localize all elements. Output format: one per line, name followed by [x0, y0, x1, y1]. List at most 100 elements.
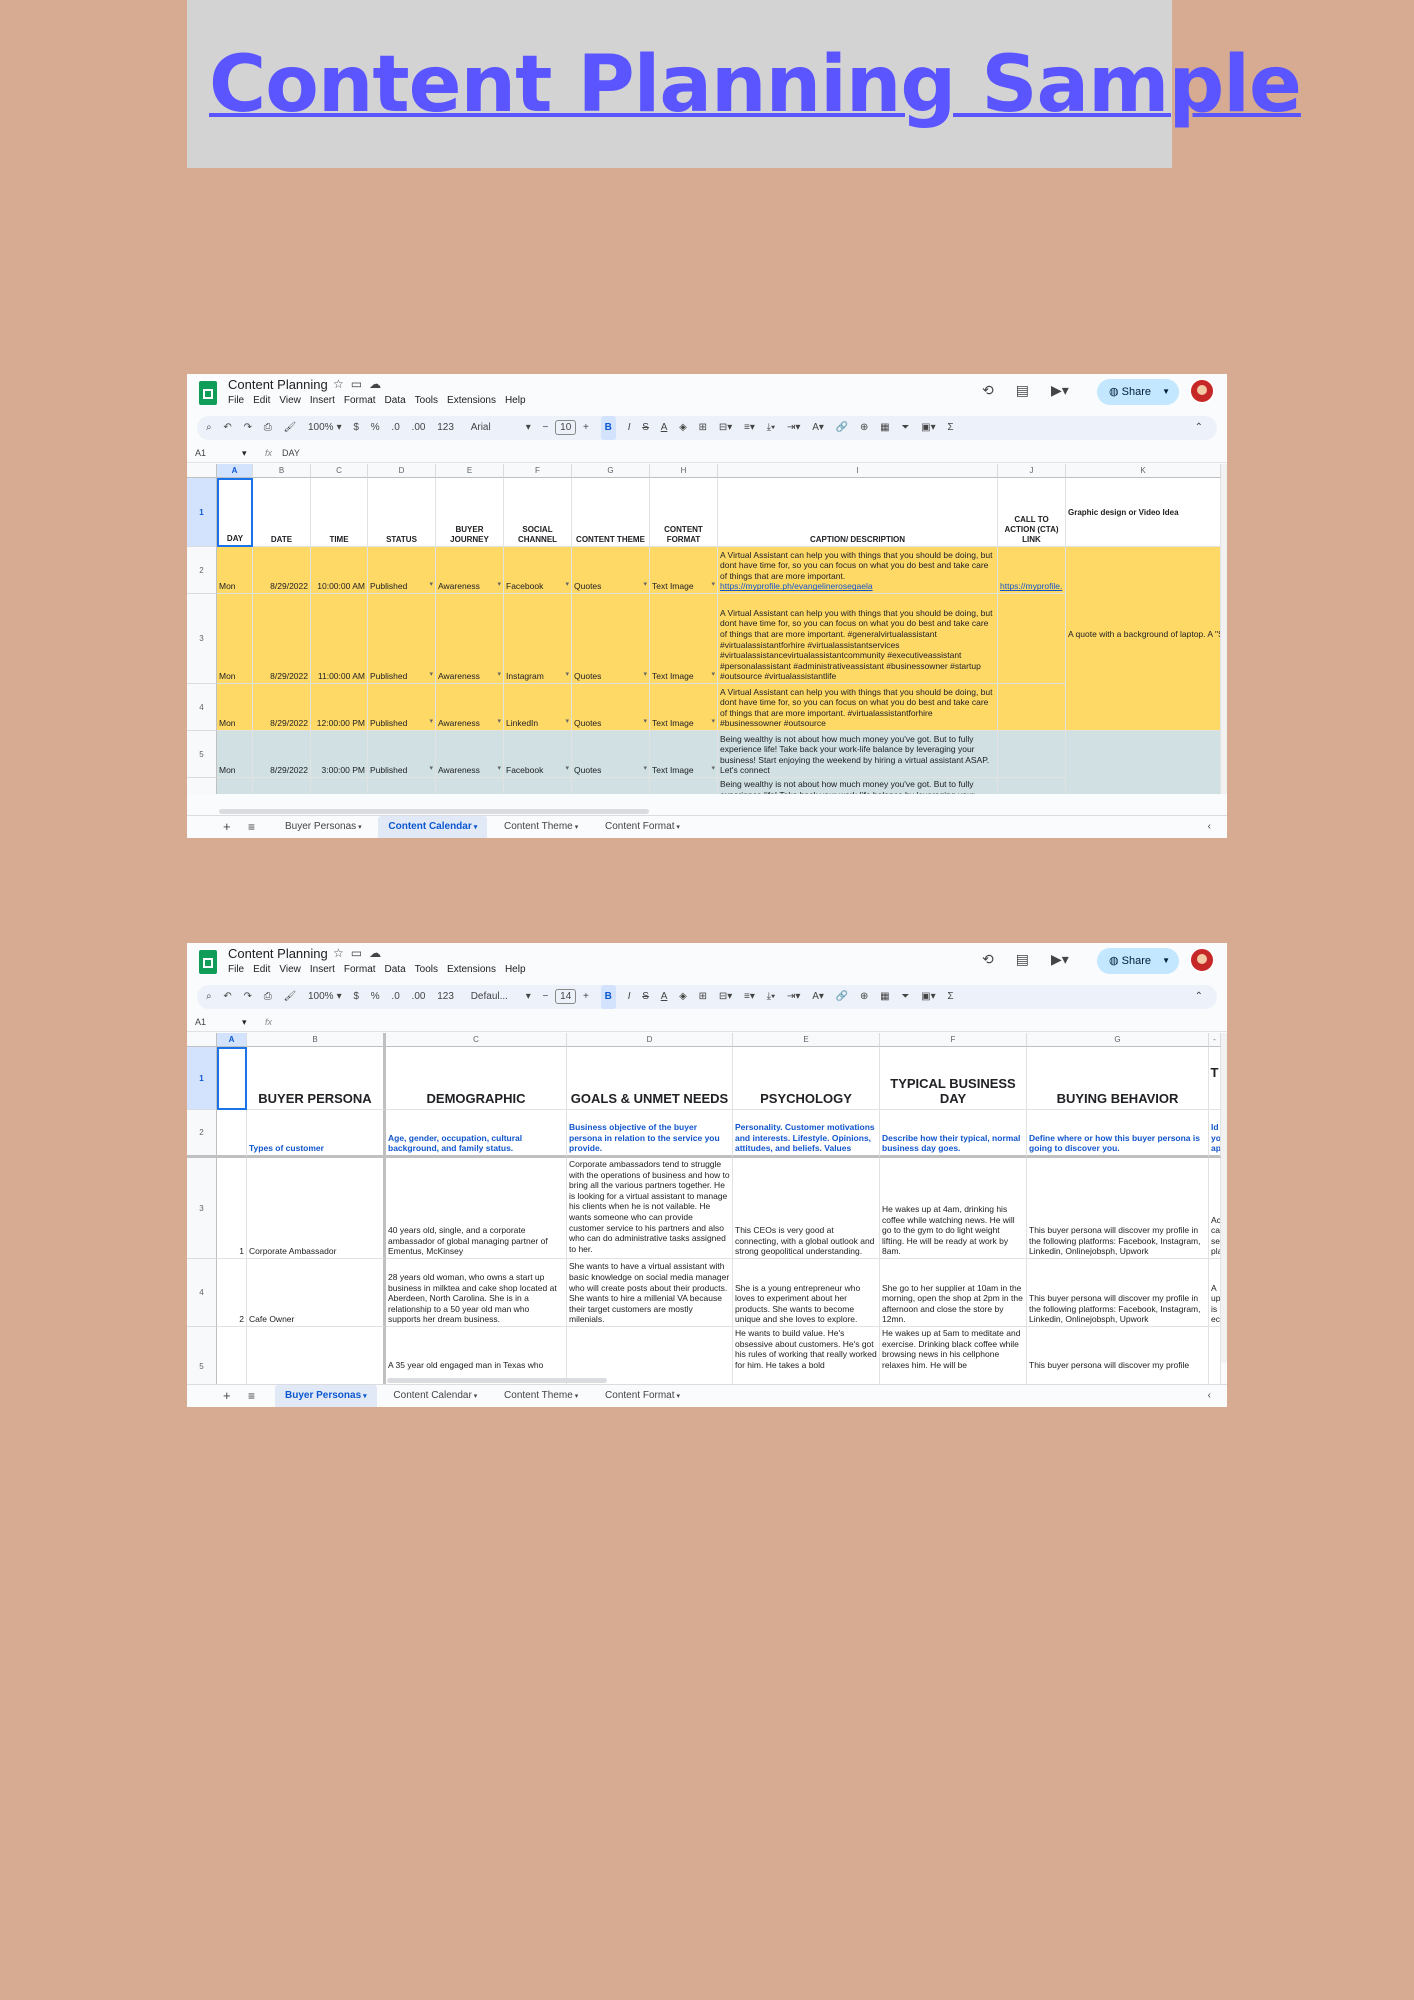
- menu-help[interactable]: Help: [505, 395, 526, 406]
- paint-format-icon[interactable]: 🖌: [284, 985, 297, 1009]
- menu-file[interactable]: File: [228, 395, 244, 406]
- vertical-align-icon[interactable]: ⤓▾: [767, 416, 776, 440]
- channel-dropdown[interactable]: [504, 778, 572, 794]
- subheader-buying[interactable]: Define where or how this buyer persona i…: [1027, 1110, 1209, 1158]
- tab-content-calendar[interactable]: Content Calendar: [378, 816, 488, 838]
- cloud-status-icon[interactable]: ☁: [369, 946, 388, 960]
- column-header-d[interactable]: D: [567, 1033, 733, 1047]
- percent-format-button[interactable]: %: [371, 416, 380, 440]
- persona-extra[interactable]: Ac ca se pla: [1209, 1158, 1221, 1259]
- status-dropdown[interactable]: Published: [368, 684, 436, 731]
- menu-extensions[interactable]: Extensions: [447, 964, 496, 975]
- menu-view[interactable]: View: [279, 395, 301, 406]
- subheader-types[interactable]: Types of customer: [247, 1110, 386, 1158]
- header-social-channel[interactable]: SOCIAL CHANNEL: [504, 478, 572, 547]
- star-icon[interactable]: ☆: [333, 946, 351, 960]
- cell-time[interactable]: 10:00:00 AM: [311, 547, 368, 594]
- text-rotation-icon[interactable]: A▾: [812, 985, 824, 1009]
- filter-views-icon[interactable]: ▣▾: [921, 416, 935, 440]
- text-wrap-icon[interactable]: ⇥▾: [787, 985, 800, 1009]
- increase-decimal-button[interactable]: .00: [412, 985, 426, 1009]
- journey-dropdown[interactable]: Awareness: [436, 731, 504, 778]
- insert-chart-icon[interactable]: ▦: [880, 985, 889, 1009]
- horizontal-align-icon[interactable]: ≡▾: [744, 416, 755, 440]
- format-dropdown[interactable]: [650, 778, 718, 794]
- cell-cta[interactable]: https://myprofile.: [998, 547, 1066, 594]
- share-dropdown-icon[interactable]: ▼: [1162, 379, 1170, 405]
- row-header-4[interactable]: 4: [187, 1259, 217, 1327]
- comments-icon[interactable]: ▤: [1016, 382, 1029, 398]
- font-size-decrease-icon[interactable]: −: [543, 985, 549, 1009]
- cell-a2[interactable]: [217, 1110, 247, 1158]
- tab-buyer-personas[interactable]: Buyer Personas: [275, 1385, 377, 1407]
- font-size-increase-icon[interactable]: +: [583, 416, 589, 440]
- column-header-d[interactable]: D: [368, 464, 436, 478]
- fill-color-icon[interactable]: ◈: [679, 416, 687, 440]
- column-header-f[interactable]: F: [880, 1033, 1027, 1047]
- move-folder-icon[interactable]: ▭: [351, 946, 369, 960]
- cell-idea[interactable]: [1066, 547, 1221, 594]
- header-content-theme[interactable]: CONTENT THEME: [572, 478, 650, 547]
- cell-a1[interactable]: [217, 1047, 247, 1110]
- journey-dropdown[interactable]: Awareness: [436, 594, 504, 684]
- increase-decimal-button[interactable]: .00: [412, 416, 426, 440]
- vertical-scrollbar[interactable]: [1221, 464, 1227, 794]
- column-header-e[interactable]: E: [733, 1033, 880, 1047]
- persona-buying-behavior[interactable]: This buyer persona will discover my prof…: [1027, 1259, 1209, 1327]
- cell-time[interactable]: 11:00:00 AM: [311, 594, 368, 684]
- horizontal-scrollbar[interactable]: [387, 1378, 607, 1383]
- column-header-c[interactable]: C: [311, 464, 368, 478]
- horizontal-align-icon[interactable]: ≡▾: [744, 985, 755, 1009]
- decrease-decimal-button[interactable]: .0: [391, 985, 399, 1009]
- header-cta-link[interactable]: CALL TO ACTION (CTA) LINK: [998, 478, 1066, 547]
- persona-buying-behavior[interactable]: This buyer persona will discover my prof…: [1027, 1327, 1209, 1385]
- column-header-h[interactable]: -: [1209, 1033, 1221, 1047]
- column-header-h[interactable]: H: [650, 464, 718, 478]
- text-rotation-icon[interactable]: A▾: [812, 416, 824, 440]
- persona-typical-day[interactable]: He wakes up at 4am, drinking his coffee …: [880, 1158, 1027, 1259]
- zoom-select[interactable]: 100%: [308, 985, 334, 1009]
- subheader-next[interactable]: Id yo ap: [1209, 1110, 1221, 1158]
- format-dropdown[interactable]: Text Image: [650, 594, 718, 684]
- select-all-corner[interactable]: [187, 464, 217, 478]
- header-time[interactable]: TIME: [311, 478, 368, 547]
- strikethrough-icon[interactable]: S: [642, 416, 649, 440]
- persona-psychology[interactable]: She is a young entrepreneur who loves to…: [733, 1259, 880, 1327]
- tab-buyer-personas[interactable]: Buyer Personas: [275, 816, 372, 838]
- functions-icon[interactable]: Σ: [947, 985, 953, 1009]
- all-sheets-icon[interactable]: ≡: [248, 1385, 255, 1407]
- tab-content-calendar[interactable]: Content Calendar: [383, 1385, 487, 1407]
- cell-idea[interactable]: [1066, 684, 1221, 731]
- tab-content-format[interactable]: Content Format: [595, 816, 690, 838]
- menu-help[interactable]: Help: [505, 964, 526, 975]
- redo-icon[interactable]: ↷: [244, 985, 252, 1009]
- persona-goals[interactable]: [567, 1327, 733, 1385]
- persona-name[interactable]: Corporate Ambassador: [247, 1158, 386, 1259]
- fill-color-icon[interactable]: ◈: [679, 985, 687, 1009]
- persona-number[interactable]: 1: [217, 1158, 247, 1259]
- tab-content-theme[interactable]: Content Theme: [494, 1385, 588, 1407]
- banner-title[interactable]: Content Planning Sample: [209, 40, 1302, 130]
- row-header-5[interactable]: 5: [187, 1327, 217, 1385]
- chevron-down-icon[interactable]: ▾: [526, 985, 531, 1009]
- persona-psychology[interactable]: He wants to build value. He's obsessive …: [733, 1327, 880, 1385]
- star-icon[interactable]: ☆: [333, 377, 351, 391]
- column-header-k[interactable]: K: [1066, 464, 1221, 478]
- subheader-typical-day[interactable]: Describe how their typical, normal busin…: [880, 1110, 1027, 1158]
- filter-icon[interactable]: ⏷: [901, 985, 909, 1009]
- column-header-g[interactable]: G: [1027, 1033, 1209, 1047]
- cell-date[interactable]: 8/29/2022: [253, 547, 311, 594]
- move-folder-icon[interactable]: ▭: [351, 377, 369, 391]
- share-dropdown-icon[interactable]: ▼: [1162, 948, 1170, 974]
- menu-file[interactable]: File: [228, 964, 244, 975]
- menu-format[interactable]: Format: [344, 395, 376, 406]
- channel-dropdown[interactable]: Facebook: [504, 731, 572, 778]
- cell-caption[interactable]: A Virtual Assistant can help you with th…: [718, 547, 998, 594]
- persona-demographic[interactable]: 28 years old woman, who owns a start up …: [386, 1259, 567, 1327]
- italic-icon[interactable]: I: [628, 985, 631, 1009]
- tab-content-format[interactable]: Content Format: [595, 1385, 690, 1407]
- merge-cells-icon[interactable]: ⊟▾: [719, 985, 732, 1009]
- persona-number[interactable]: [217, 1327, 247, 1385]
- menu-insert[interactable]: Insert: [310, 395, 335, 406]
- row-header-3[interactable]: 3: [187, 594, 217, 684]
